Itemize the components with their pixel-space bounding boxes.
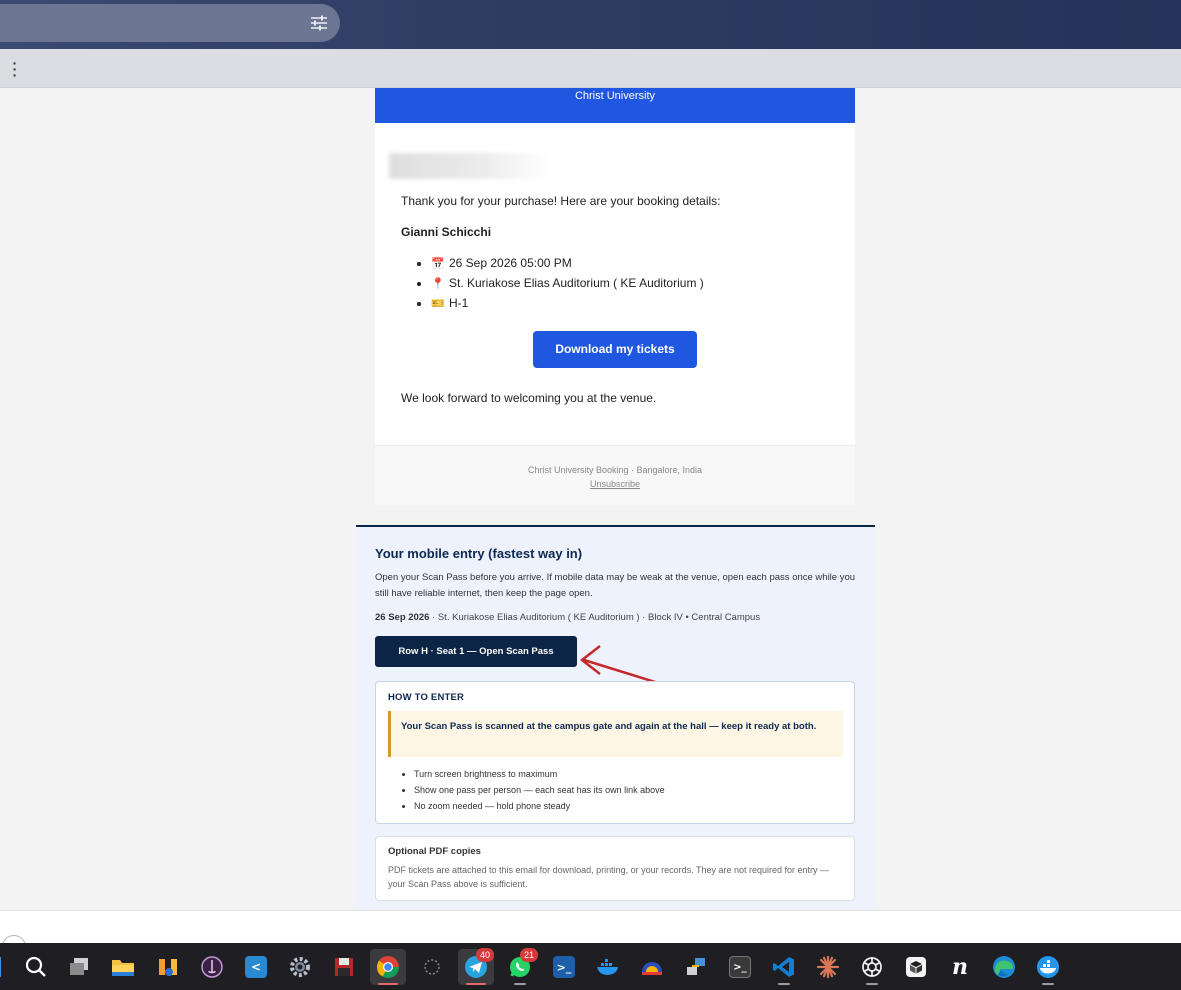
email-banner: Christ University bbox=[375, 88, 855, 123]
ticket-icon: 🎫 bbox=[431, 298, 445, 310]
folder-icon[interactable] bbox=[105, 949, 141, 985]
telegram-badge: 40 bbox=[476, 948, 494, 962]
telegram-icon[interactable]: 40 bbox=[458, 948, 494, 985]
chatgpt-icon[interactable] bbox=[854, 949, 890, 985]
claude-icon[interactable] bbox=[810, 949, 846, 985]
scan-pass-note: Your Scan Pass is scanned at the campus … bbox=[388, 711, 843, 757]
entry-steps: Turn screen brightness to maximum Show o… bbox=[414, 768, 665, 816]
pdf-copies-title: Optional PDF copies bbox=[388, 846, 481, 857]
browser-toolbar: · · · bbox=[0, 49, 1181, 88]
email-view: Christ University Thank you for your pur… bbox=[0, 88, 1181, 910]
event-name: Gianni Schicchi bbox=[401, 225, 492, 239]
gear-icon[interactable] bbox=[282, 949, 318, 985]
spinner-icon[interactable] bbox=[414, 949, 450, 985]
pdf-copies-body: PDF tickets are attached to this email f… bbox=[388, 865, 830, 889]
unsubscribe-link[interactable]: Unsubscribe bbox=[375, 479, 855, 489]
pin-icon: 📍 bbox=[431, 278, 445, 290]
chrome-icon[interactable] bbox=[370, 949, 406, 985]
booking-card: Thank you for your purchase! Here are yo… bbox=[375, 123, 855, 445]
download-tickets-button[interactable]: Download my tickets bbox=[533, 331, 697, 368]
how-to-enter-box: HOW TO ENTER Your Scan Pass is scanned a… bbox=[375, 681, 855, 824]
status-strip bbox=[0, 910, 1181, 959]
active-indicator bbox=[378, 983, 398, 985]
booking-details: 📅26 Sep 2026 05:00 PM 📍St. Kuriakose Eli… bbox=[431, 256, 704, 316]
edge-icon[interactable] bbox=[986, 949, 1022, 985]
taskbar: < 40 21 >_ >_ n bbox=[0, 943, 1181, 990]
audio-editor-icon[interactable] bbox=[194, 949, 230, 985]
notion-icon[interactable]: n bbox=[942, 949, 978, 985]
search-box[interactable] bbox=[0, 4, 340, 42]
music-icon[interactable] bbox=[151, 949, 187, 985]
email-footer: Christ University Booking · Bangalore, I… bbox=[375, 445, 855, 506]
mobile-entry-section: Your mobile entry (fastest way in) Open … bbox=[356, 525, 875, 910]
open-scan-pass-button[interactable]: Row H · Seat 1 — Open Scan Pass bbox=[375, 636, 577, 667]
running-indicator bbox=[866, 983, 878, 985]
docker-desktop-icon[interactable] bbox=[1030, 949, 1066, 985]
pdf-copies-box: Optional PDF copies PDF tickets are atta… bbox=[375, 836, 855, 901]
terminal-icon[interactable]: >_ bbox=[722, 949, 758, 985]
network-icon[interactable] bbox=[678, 949, 714, 985]
banner-title: Christ University bbox=[574, 90, 656, 102]
active-indicator bbox=[466, 983, 486, 985]
browser-top-bar bbox=[0, 0, 1181, 49]
floppy-icon[interactable] bbox=[326, 949, 362, 985]
event-venue: · St. Kuriakose Elias Auditorium ( KE Au… bbox=[429, 612, 761, 623]
vpn-icon[interactable] bbox=[634, 949, 670, 985]
mobile-entry-title: Your mobile entry (fastest way in) bbox=[375, 546, 583, 561]
whatsapp-icon[interactable]: 21 bbox=[502, 948, 538, 985]
list-item: No zoom needed — hold phone steady bbox=[414, 800, 665, 816]
list-item: Turn screen brightness to maximum bbox=[414, 768, 665, 784]
tune-icon[interactable] bbox=[310, 14, 328, 32]
how-to-enter-title: HOW TO ENTER bbox=[388, 692, 465, 703]
vscode-icon[interactable] bbox=[766, 949, 802, 985]
event-info-line: 26 Sep 2026 · St. Kuriakose Elias Audito… bbox=[375, 612, 760, 623]
intro-text: Thank you for your purchase! Here are yo… bbox=[401, 194, 721, 208]
detail-venue: 📍St. Kuriakose Elias Auditorium ( KE Aud… bbox=[431, 276, 704, 296]
mobile-entry-description: Open your Scan Pass before you arrive. I… bbox=[375, 572, 856, 599]
running-indicator bbox=[514, 983, 526, 985]
calendar-icon: 📅 bbox=[431, 258, 445, 270]
redacted-greeting bbox=[389, 153, 549, 179]
whatsapp-badge: 21 bbox=[520, 948, 538, 962]
powershell-icon[interactable]: >_ bbox=[546, 949, 582, 985]
code-tool-icon[interactable]: < bbox=[238, 949, 274, 985]
docker-icon[interactable] bbox=[590, 949, 626, 985]
kebab-menu-icon[interactable]: · · · bbox=[10, 56, 20, 82]
detail-date: 📅26 Sep 2026 05:00 PM bbox=[431, 256, 704, 276]
running-indicator bbox=[778, 983, 790, 985]
event-date: 26 Sep 2026 bbox=[375, 612, 430, 623]
start-edge-icon[interactable] bbox=[0, 949, 4, 985]
footer-org: Christ University Booking · Bangalore, I… bbox=[527, 465, 703, 475]
cube-icon[interactable] bbox=[898, 949, 934, 985]
search-icon[interactable] bbox=[18, 949, 54, 985]
list-item: Show one pass per person — each seat has… bbox=[414, 784, 665, 800]
task-view-icon[interactable] bbox=[61, 949, 97, 985]
closing-text: We look forward to welcoming you at the … bbox=[401, 391, 657, 405]
detail-seat: 🎫H-1 bbox=[431, 296, 704, 316]
running-indicator bbox=[1042, 983, 1054, 985]
